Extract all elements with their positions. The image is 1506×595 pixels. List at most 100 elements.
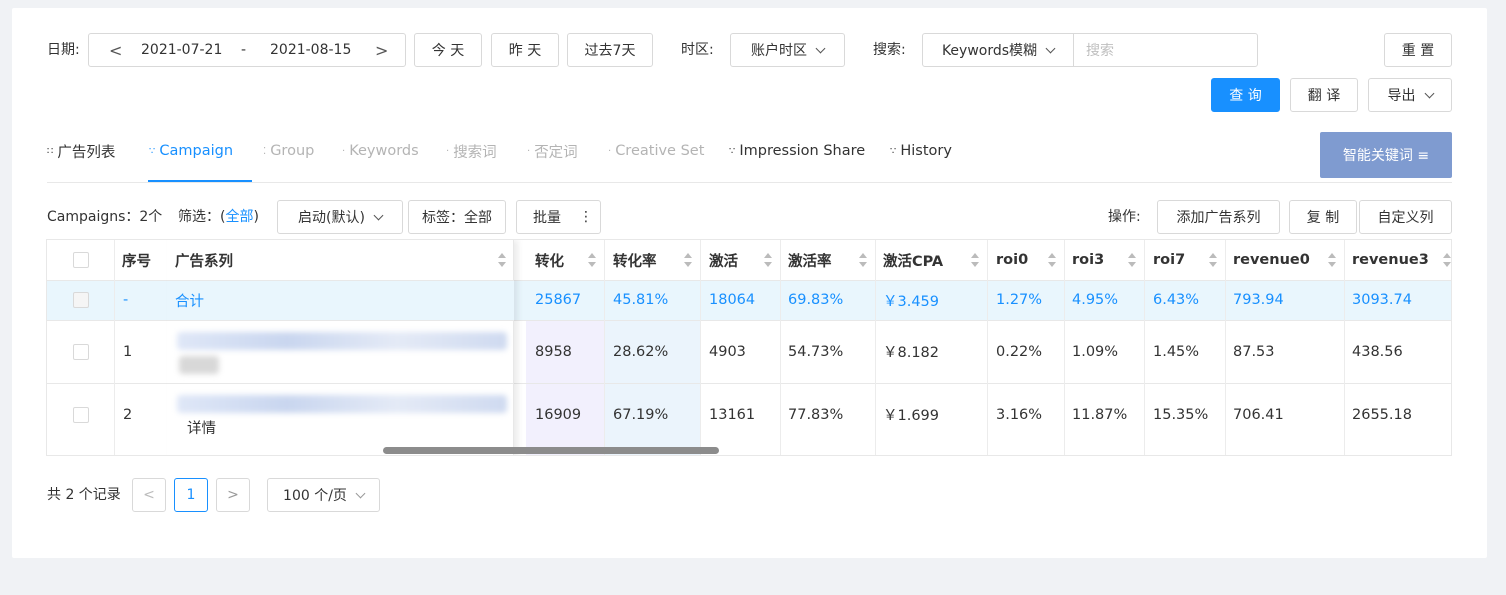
status-select[interactable]: 启动(默认) (277, 200, 403, 234)
reset-button[interactable]: 重 置 (1384, 33, 1452, 67)
sort-icon[interactable] (684, 253, 692, 267)
total-records: 共 2 个记录 (47, 487, 121, 503)
prev-date-icon[interactable]: < (109, 41, 122, 60)
total-series: 合计 (175, 293, 204, 310)
total-revenue3: 3093.74 (1352, 292, 1412, 308)
row-activation: 13161 (709, 406, 756, 423)
header-label: revenue3 (1352, 252, 1429, 268)
total-roi3: 4.95% (1072, 292, 1119, 308)
horizontal-scrollbar[interactable] (383, 447, 719, 454)
date-start[interactable]: 2021-07-21 (141, 42, 222, 58)
drag-dots-icon: ∵ (890, 145, 896, 157)
copy-button[interactable]: 复 制 (1289, 200, 1357, 234)
timezone-select[interactable]: 账户时区 (730, 33, 845, 67)
col-divider (780, 240, 781, 455)
yesterday-button[interactable]: 昨 天 (491, 33, 559, 67)
header-label: 激活率 (788, 253, 832, 270)
sort-icon[interactable] (498, 253, 506, 267)
sort-icon[interactable] (764, 253, 772, 267)
total-index: - (123, 292, 129, 308)
next-page-button[interactable]: > (216, 478, 250, 512)
filter-all-link[interactable]: 全部 (225, 209, 253, 225)
total-roi7: 6.43% (1153, 292, 1200, 308)
batch-button[interactable]: 批量 ⋮ (516, 200, 601, 234)
export-button[interactable]: 导出 (1368, 78, 1452, 112)
header-roi7[interactable]: roi7 (1153, 240, 1225, 280)
search-input[interactable]: 搜索 (1073, 33, 1258, 67)
detail-link[interactable]: 详情 (187, 416, 216, 438)
date-label: 日期: (47, 42, 80, 58)
page-size-select[interactable]: 100 个/页 (267, 478, 380, 512)
filter-close: ) (253, 209, 259, 225)
sort-icon[interactable] (859, 253, 867, 267)
total-row-checkbox (73, 292, 89, 308)
header-conv-rate[interactable]: 转化率 (613, 240, 700, 280)
add-series-button[interactable]: 添加广告系列 (1157, 200, 1280, 234)
tab-label: Impression Share (739, 143, 866, 159)
drag-dots-icon: ∷ (47, 145, 53, 157)
header-revenue3[interactable]: revenue3 (1352, 240, 1451, 280)
row-roi7: 15.35% (1153, 406, 1209, 423)
row-checkbox[interactable] (73, 344, 89, 360)
prev-page-button[interactable]: < (132, 478, 166, 512)
tab-history[interactable]: ∵ History (890, 136, 952, 166)
col-divider (114, 240, 115, 455)
row-activation-rate: 77.83% (788, 406, 844, 423)
total-activation-cpa: ￥3.459 (883, 293, 940, 310)
query-button[interactable]: 查 询 (1211, 78, 1280, 112)
tag-filter[interactable]: 标签：全部 (408, 200, 506, 234)
header-roi0[interactable]: roi0 (996, 240, 1064, 280)
sort-icon[interactable] (1328, 253, 1336, 267)
tab-group[interactable]: ⁚ Group (263, 136, 314, 166)
custom-columns-button[interactable]: 自定义列 (1359, 200, 1452, 234)
tab-creative-set[interactable]: · Creative Set (608, 136, 704, 166)
timezone-value: 账户时区 (751, 43, 807, 59)
date-range-picker[interactable]: < 2021-07-21 - 2021-08-15 > (88, 33, 406, 67)
tab-campaign[interactable]: ∵ Campaign (149, 136, 233, 166)
total-activation: 18064 (709, 292, 756, 308)
tab-ad-list[interactable]: ∷ 广告列表 (47, 136, 115, 166)
col-divider (700, 240, 701, 455)
past7-button[interactable]: 过去7天 (567, 33, 653, 67)
sort-icon[interactable] (588, 253, 596, 267)
header-label: 广告系列 (175, 253, 233, 270)
row-conv: 16909 (535, 406, 582, 423)
sort-icon[interactable] (1128, 253, 1136, 267)
total-roi0: 1.27% (996, 292, 1043, 308)
smart-keywords-button[interactable]: 智能关键词 ≡ (1320, 132, 1452, 178)
tab-keywords[interactable]: · Keywords (342, 136, 419, 166)
today-button[interactable]: 今 天 (414, 33, 482, 67)
chevron-down-icon (373, 210, 384, 220)
tab-negative-words[interactable]: · 否定词 (527, 136, 578, 166)
search-mode-select[interactable]: Keywords模糊 (922, 33, 1074, 67)
header-roi3[interactable]: roi3 (1072, 240, 1144, 280)
header-activation[interactable]: 激活 (709, 240, 780, 280)
sort-icon[interactable] (1443, 253, 1451, 267)
header-conv[interactable]: 转化 (535, 240, 604, 280)
drag-dots-icon: ∵ (149, 145, 155, 157)
header-revenue0[interactable]: revenue0 (1233, 240, 1344, 280)
sort-icon[interactable] (1048, 253, 1056, 267)
chevron-down-icon (355, 488, 366, 498)
drag-dots-icon: ∵ (729, 145, 735, 157)
next-date-icon[interactable]: > (375, 41, 388, 60)
tab-label: History (900, 143, 952, 159)
timezone-label: 时区: (681, 42, 714, 58)
header-label: roi7 (1153, 252, 1186, 268)
sort-icon[interactable] (971, 253, 979, 267)
tab-impression-share[interactable]: ∵ Impression Share (729, 136, 865, 166)
drag-dots-icon: ⁚ (263, 145, 266, 157)
tab-search-terms[interactable]: · 搜索词 (446, 136, 497, 166)
row-revenue3: 438.56 (1352, 343, 1403, 360)
sort-icon[interactable] (1209, 253, 1217, 267)
date-end[interactable]: 2021-08-15 (270, 42, 351, 58)
page-1-button[interactable]: 1 (174, 478, 208, 512)
header-activation-rate[interactable]: 激活率 (788, 240, 875, 280)
search-mode-value: Keywords模糊 (941, 43, 1038, 59)
header-series[interactable]: 广告系列 (175, 240, 514, 280)
total-conv-rate: 45.81% (613, 292, 669, 308)
select-all-checkbox[interactable] (73, 252, 89, 268)
translate-button[interactable]: 翻 译 (1290, 78, 1358, 112)
header-activation-cpa[interactable]: 激活CPA (883, 240, 987, 280)
row-checkbox[interactable] (73, 407, 89, 423)
